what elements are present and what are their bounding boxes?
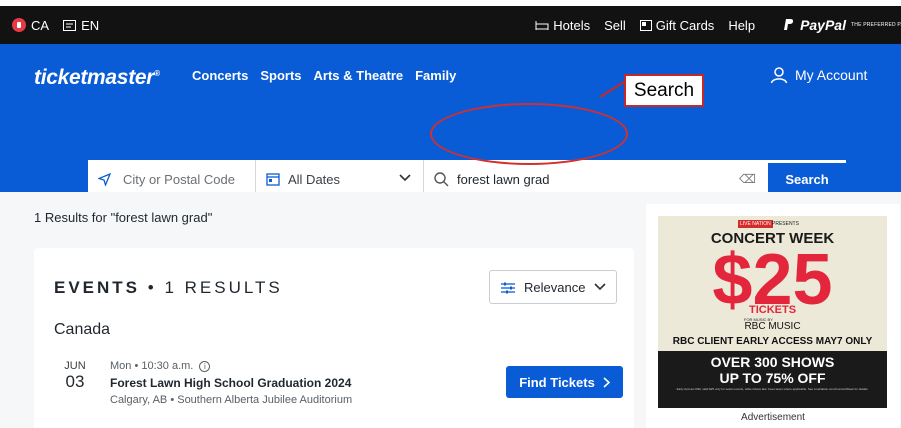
gift-card-icon <box>639 19 652 31</box>
event-month: JUN <box>64 360 86 372</box>
chevron-down-icon <box>399 174 411 182</box>
user-icon <box>770 67 788 84</box>
sort-label: Relevance <box>524 279 586 295</box>
site-header: ticketmaster® Concerts Sports Arts & The… <box>0 44 901 198</box>
event-date: JUN 03 <box>62 360 88 392</box>
chevron-right-icon <box>603 376 610 388</box>
concert-week-ad[interactable]: LIVE NATION PRESENTS CONCERT WEEK $25 TI… <box>658 216 887 408</box>
bed-icon <box>535 20 549 30</box>
sliders-icon <box>501 282 515 293</box>
calendar-icon <box>266 173 280 186</box>
my-account-link[interactable]: My Account <box>770 66 867 84</box>
region-heading: Canada <box>54 321 111 338</box>
city-placeholder: City or Postal Code <box>123 171 235 187</box>
events-label: EVENTS <box>54 278 141 297</box>
sell-label: Sell <box>604 17 626 33</box>
gift-cards-label: Gift Cards <box>655 17 715 33</box>
event-time-line: Mon • 10:30 a.m. i <box>110 360 352 372</box>
results-count: 1 Results for "forest lawn grad" <box>34 210 213 225</box>
event-time: Mon • 10:30 a.m. <box>110 360 194 372</box>
events-heading: EVENTS • 1 RESULTS <box>54 278 283 298</box>
ad-live-nation: LIVE NATION <box>738 220 773 228</box>
language-selector[interactable]: EN <box>63 18 99 33</box>
paypal-wordmark: PayPal <box>800 17 846 33</box>
ad-discount: UP TO 75% OFF <box>719 370 826 386</box>
ad-over: OVER 300 SHOWS <box>710 354 835 370</box>
hotels-link[interactable]: Hotels <box>535 18 590 33</box>
search-query: forest lawn grad <box>457 171 550 187</box>
country-label: CA <box>31 17 50 33</box>
events-separator: • <box>140 278 165 297</box>
search-button[interactable]: Search <box>768 163 846 195</box>
events-card: EVENTS • 1 RESULTS Relevance Canada JUN … <box>34 248 634 428</box>
advertisement-card: LIVE NATION PRESENTS CONCERT WEEK $25 TI… <box>646 204 900 428</box>
ad-presents: PRESENTS <box>772 221 799 227</box>
account-label: My Account <box>795 67 868 83</box>
language-label: EN <box>81 17 100 33</box>
ad-early-access: RBC CLIENT EARLY ACCESS MAY7 ONLY <box>672 336 873 347</box>
help-link[interactable]: Help <box>728 18 755 33</box>
logo-text: ticketmaster <box>34 66 155 89</box>
info-icon[interactable]: i <box>199 361 211 372</box>
utility-bar: CA EN Hotels Sell Gift Cards Help PayPal… <box>0 6 901 44</box>
sort-dropdown[interactable]: Relevance <box>489 270 617 304</box>
nav-sports[interactable]: Sports <box>260 68 301 83</box>
main-nav: Concerts Sports Arts & Theatre Family <box>192 68 456 83</box>
ad-sponsor: RBC MUSIC <box>744 321 801 332</box>
event-info: Mon • 10:30 a.m. i Forest Lawn High Scho… <box>110 360 352 406</box>
nav-family[interactable]: Family <box>415 68 456 83</box>
chevron-down-icon <box>594 283 606 291</box>
ad-tickets: TICKETS <box>748 304 797 316</box>
clear-search-icon[interactable]: ⌫ <box>739 172 756 186</box>
search-annotation: Search <box>624 74 704 107</box>
find-tickets-button[interactable]: Find Tickets <box>506 366 623 398</box>
advertisement-label: Advertisement <box>741 412 805 423</box>
event-venue: Calgary, AB • Southern Alberta Jubilee A… <box>110 394 353 406</box>
hotels-label: Hotels <box>553 17 591 33</box>
results-content: 1 Results for "forest lawn grad" EVENTS … <box>0 192 901 428</box>
events-count: 1 RESULTS <box>164 278 283 297</box>
help-label: Help <box>728 17 756 33</box>
country-selector[interactable]: CA <box>12 18 49 33</box>
paypal-logo-icon <box>784 19 794 30</box>
paypal-badge[interactable]: PayPal THE PREFERRED PAYMENTS PARTNER <box>769 17 901 33</box>
event-name[interactable]: Forest Lawn High School Graduation 2024 <box>110 376 352 390</box>
nav-arts-theatre[interactable]: Arts & Theatre <box>314 68 404 83</box>
ad-fine-print: Early Access Offer valid $25 only for se… <box>676 387 869 391</box>
language-icon <box>63 19 77 31</box>
search-icon <box>434 171 449 186</box>
ticketmaster-logo[interactable]: ticketmaster® <box>34 66 160 90</box>
paypal-tagline: THE PREFERRED PAYMENTS PARTNER <box>851 22 901 28</box>
nav-concerts[interactable]: Concerts <box>192 68 248 83</box>
gift-cards-link[interactable]: Gift Cards <box>639 17 715 33</box>
find-tickets-label: Find Tickets <box>519 374 595 390</box>
sell-link[interactable]: Sell <box>604 18 626 33</box>
event-day: 03 <box>65 372 85 391</box>
dates-label: All Dates <box>288 171 341 187</box>
ad-offer-panel: OVER 300 SHOWS UP TO 75% OFF Early Acces… <box>658 351 887 408</box>
canada-flag-icon <box>12 18 26 32</box>
location-arrow-icon <box>98 172 111 186</box>
event-row[interactable]: JUN 03 Mon • 10:30 a.m. i Forest Lawn Hi… <box>54 360 624 420</box>
